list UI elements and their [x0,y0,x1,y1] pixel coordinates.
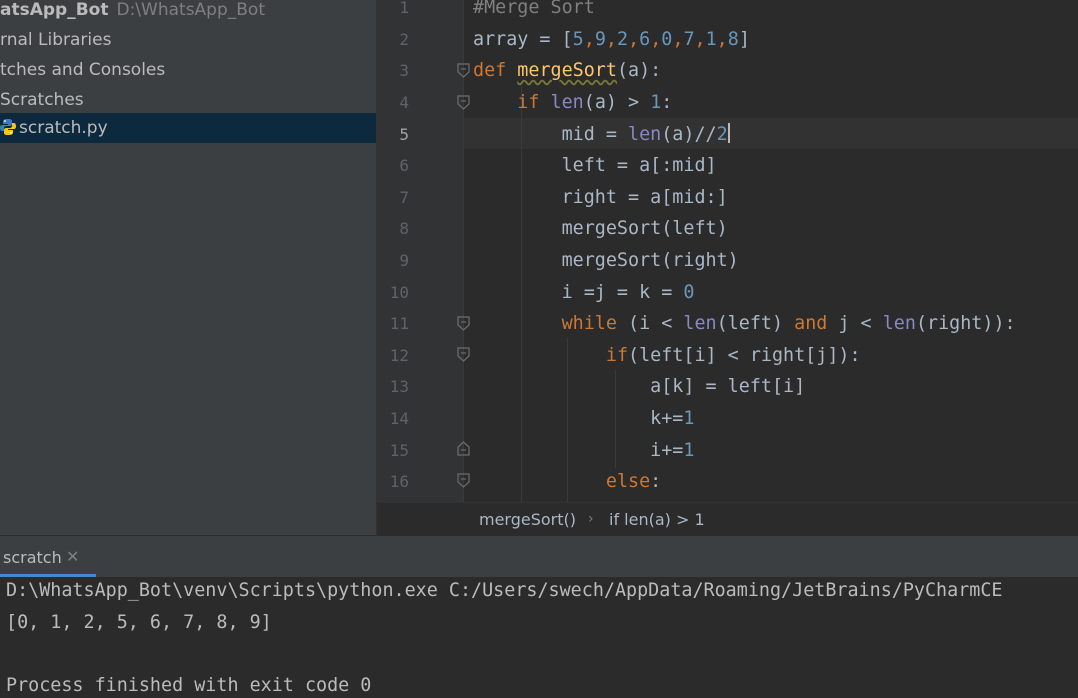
line-number: 13 [389,377,409,397]
console-line-exit: Process finished with exit code 0 [6,675,372,696]
tree-item-scratches[interactable]: Scratches [0,85,377,115]
code-line[interactable]: def mergeSort(a): [473,55,661,87]
line-number: 2 [399,29,409,49]
line-number: 3 [399,61,409,81]
close-icon[interactable]: ✕ [66,547,79,566]
breadcrumb-item-if[interactable]: if len(a) > 1 [609,503,705,536]
code-line[interactable]: if len(a) > 1: [473,87,672,119]
project-panel: atsApp_Bot D:\WhatsApp_Bot rnal Libraries… [0,0,377,535]
line-number: 8 [399,219,409,239]
line-number: 15 [389,440,409,460]
line-number: 6 [399,156,409,176]
tree-item-scratches-and-consoles[interactable]: tches and Consoles [0,55,377,85]
code-line[interactable]: #Merge Sort [473,0,595,24]
run-panel-header: scratch ✕ [0,535,1078,578]
fold-open-icon[interactable] [457,347,470,362]
code-line[interactable]: array = [5,9,2,6,0,7,1,8] [473,24,750,56]
tree-item-label: rnal Libraries [0,30,112,50]
code-line[interactable]: if(left[i] < right[j]): [473,340,861,372]
line-number: 9 [399,251,409,270]
line-number: 4 [399,93,409,112]
project-root-item[interactable]: atsApp_Bot D:\WhatsApp_Bot [0,0,377,25]
fold-open-icon[interactable] [457,95,470,110]
text-caret [727,122,730,143]
console-line-output: [0, 1, 2, 5, 6, 7, 8, 9] [6,612,272,633]
code-line[interactable]: i =j = k = 0 [473,277,695,309]
fold-open-icon[interactable] [457,473,470,488]
project-root-path: D:\WhatsApp_Bot [116,0,265,20]
run-tab-label: scratch [3,548,62,567]
console-line-command: D:\WhatsApp_Bot\venv\Scripts\python.exe … [6,580,1003,601]
fold-open-icon[interactable] [457,316,470,331]
code-editor[interactable]: 1 2 3 4 5 6 7 8 9 10 11 12 13 14 15 16 #… [377,0,1078,502]
run-console[interactable]: D:\WhatsApp_Bot\venv\Scripts\python.exe … [0,577,1078,698]
breadcrumb-separator: › [588,511,594,527]
code-line[interactable]: else: [473,466,661,498]
python-file-icon [0,116,16,135]
line-number: 10 [389,282,409,302]
code-line[interactable]: right = a[mid:] [473,182,728,214]
tree-item-label: scratch.py [19,118,108,138]
line-number: 1 [399,0,409,18]
line-number: 16 [389,472,409,492]
code-line[interactable]: k+=1 [473,403,694,435]
tree-item-scratch-py[interactable]: scratch.py [0,113,377,143]
run-tab-scratch[interactable]: scratch ✕ [0,536,96,578]
tree-item-external-libraries[interactable]: rnal Libraries [0,25,377,55]
fold-open-icon[interactable] [457,63,470,78]
code-line-current[interactable]: mid = len(a)//2 [473,119,730,151]
tree-item-label: tches and Consoles [0,60,166,80]
code-line[interactable]: while (i < len(left) and j < len(right))… [473,308,1016,340]
code-line[interactable]: a[k] = left[i] [473,371,805,403]
line-number: 11 [389,314,409,334]
code-line[interactable]: i+=1 [473,435,694,467]
line-number: 12 [389,345,409,365]
code-line[interactable]: mergeSort(right) [473,245,739,277]
line-number-current: 5 [399,124,409,144]
tree-item-label: Scratches [0,90,84,110]
fold-close-icon[interactable] [457,441,470,456]
breadcrumb-item-mergesort[interactable]: mergeSort() [479,503,576,536]
breadcrumb: mergeSort() › if len(a) > 1 [377,502,1078,536]
line-number: 7 [399,187,409,207]
project-root-name: atsApp_Bot [0,0,109,20]
code-line[interactable]: left = a[:mid] [473,150,717,182]
code-line[interactable]: mergeSort(left) [473,213,728,245]
line-number: 14 [389,409,409,428]
